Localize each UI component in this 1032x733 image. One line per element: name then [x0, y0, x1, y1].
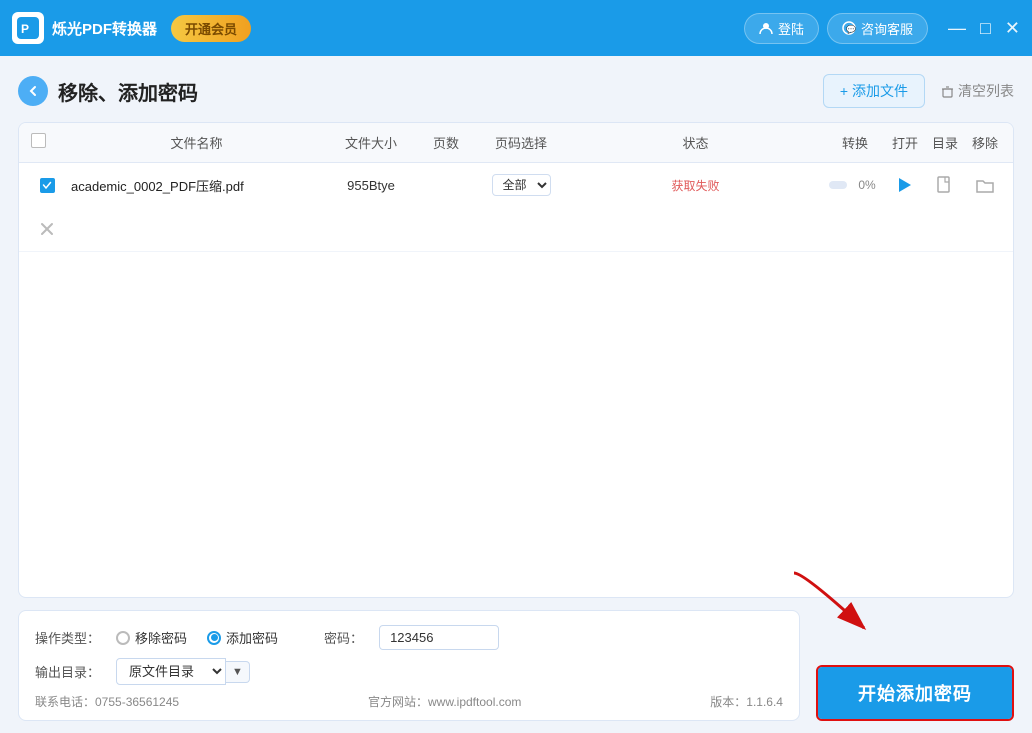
page-title: 移除、添加密码	[58, 77, 198, 106]
trash-icon	[941, 85, 954, 98]
titlebar-right: 登陆 💬 咨询客服 — □ ✕	[744, 13, 1020, 44]
row-progress-cell: 0%	[825, 168, 885, 202]
page-header-right: + 添加文件 清空列表	[823, 74, 1014, 108]
bottom-left-controls: 操作类型： 移除密码 添加密码 密码：	[18, 598, 800, 721]
page-header: 移除、添加密码 + 添加文件 清空列表	[18, 74, 1014, 108]
row-page-select-cell: 全部	[476, 164, 566, 206]
maximize-button[interactable]: □	[980, 19, 991, 37]
start-button-area: 开始添加密码	[816, 665, 1014, 721]
operation-type-label: 操作类型：	[35, 628, 100, 647]
app-logo: P	[12, 12, 44, 44]
output-dir-row: 输出目录： 原文件目录 ▼	[35, 658, 783, 685]
row-dir-cell	[965, 163, 1005, 207]
back-button[interactable]	[18, 76, 48, 106]
status-badge: 获取失败	[671, 179, 719, 193]
svg-text:P: P	[21, 22, 29, 36]
minimize-button[interactable]: —	[948, 19, 966, 37]
footer-website: 官方网站：www.ipdftool.com	[368, 693, 521, 710]
bottom-action-area: 操作类型： 移除密码 添加密码 密码：	[18, 598, 1014, 721]
col-filename: 文件名称	[67, 123, 326, 162]
open-dir-button[interactable]	[973, 173, 997, 197]
col-status: 状态	[566, 123, 825, 162]
password-input[interactable]	[379, 625, 499, 650]
play-icon	[899, 178, 911, 192]
remove-password-option[interactable]: 移除密码	[116, 628, 187, 647]
row-remove-cell	[27, 207, 67, 251]
progress-text: 0%	[853, 178, 881, 192]
table-header: 文件名称 文件大小 页数 页码选择 状态 转换 打开 目录 移除	[19, 123, 1013, 163]
add-password-radio[interactable]	[207, 631, 221, 645]
titlebar: P 烁光PDF转换器 开通会员 登陆 💬 咨询客服 — □ ✕	[0, 0, 1032, 56]
col-filesize: 文件大小	[326, 123, 416, 162]
col-remove: 移除	[965, 123, 1005, 162]
col-checkbox	[27, 123, 67, 162]
row-filesize: 955Btye	[326, 168, 416, 203]
table-row: academic_0002_PDF压缩.pdf 955Btye 全部 获取失败	[19, 163, 1013, 252]
row-checkbox[interactable]	[40, 178, 55, 193]
add-password-option[interactable]: 添加密码	[207, 628, 278, 647]
row-play-cell	[885, 163, 925, 207]
start-button-highlight: 开始添加密码	[816, 665, 1014, 721]
login-button[interactable]: 登陆	[744, 13, 819, 44]
col-convert: 转换	[825, 123, 885, 162]
row-checkbox-cell	[27, 168, 67, 203]
operation-type-row: 操作类型： 移除密码 添加密码 密码：	[35, 625, 783, 650]
main-content: 移除、添加密码 + 添加文件 清空列表 文件名称 文件大小 页数 页码选择 状态…	[0, 56, 1032, 733]
page-header-left: 移除、添加密码	[18, 76, 198, 106]
radio-group: 移除密码 添加密码	[116, 628, 278, 647]
row-pages	[416, 175, 476, 195]
col-dir: 目录	[925, 123, 965, 162]
file-icon	[935, 175, 955, 195]
add-file-button[interactable]: + 添加文件	[823, 74, 925, 108]
progress-bar-wrap: 0%	[829, 178, 881, 192]
start-button[interactable]: 开始添加密码	[818, 667, 1012, 719]
dir-select-wrap: 原文件目录 ▼	[116, 658, 250, 685]
header-checkbox[interactable]	[31, 133, 46, 148]
password-label: 密码：	[324, 628, 363, 647]
play-button[interactable]	[893, 173, 917, 197]
options-panel: 操作类型： 移除密码 添加密码 密码：	[18, 610, 800, 721]
col-page-select: 页码选择	[476, 123, 566, 162]
support-button[interactable]: 💬 咨询客服	[827, 13, 928, 44]
output-dir-select[interactable]: 原文件目录	[116, 658, 226, 685]
vip-button[interactable]: 开通会员	[171, 15, 251, 42]
window-controls: — □ ✕	[948, 19, 1020, 37]
col-open: 打开	[885, 123, 925, 162]
col-pages: 页数	[416, 123, 476, 162]
open-file-button[interactable]	[933, 173, 957, 197]
footer: 联系电话：0755-36561245 官方网站：www.ipdftool.com…	[35, 693, 783, 710]
close-button[interactable]: ✕	[1005, 19, 1020, 37]
output-dir-label: 输出目录：	[35, 662, 100, 681]
dir-select-arrow[interactable]: ▼	[226, 661, 250, 683]
table-body: academic_0002_PDF压缩.pdf 955Btye 全部 获取失败	[19, 163, 1013, 597]
svg-text:💬: 💬	[846, 24, 856, 34]
clear-list-button[interactable]: 清空列表	[941, 81, 1014, 101]
footer-version: 版本：1.1.6.4	[710, 693, 783, 710]
row-filename: academic_0002_PDF压缩.pdf	[67, 166, 326, 205]
app-name: 烁光PDF转换器	[52, 18, 157, 39]
page-select-dropdown[interactable]: 全部	[492, 174, 551, 196]
remove-password-radio[interactable]	[116, 631, 130, 645]
row-status-cell: 获取失败	[566, 167, 825, 204]
row-open-cell	[925, 163, 965, 207]
folder-icon	[975, 177, 995, 193]
progress-bar	[829, 181, 847, 189]
footer-phone: 联系电话：0755-36561245	[35, 693, 179, 710]
close-icon	[39, 221, 55, 237]
file-table: 文件名称 文件大小 页数 页码选择 状态 转换 打开 目录 移除 academi…	[18, 122, 1014, 598]
remove-file-button[interactable]	[35, 217, 59, 241]
